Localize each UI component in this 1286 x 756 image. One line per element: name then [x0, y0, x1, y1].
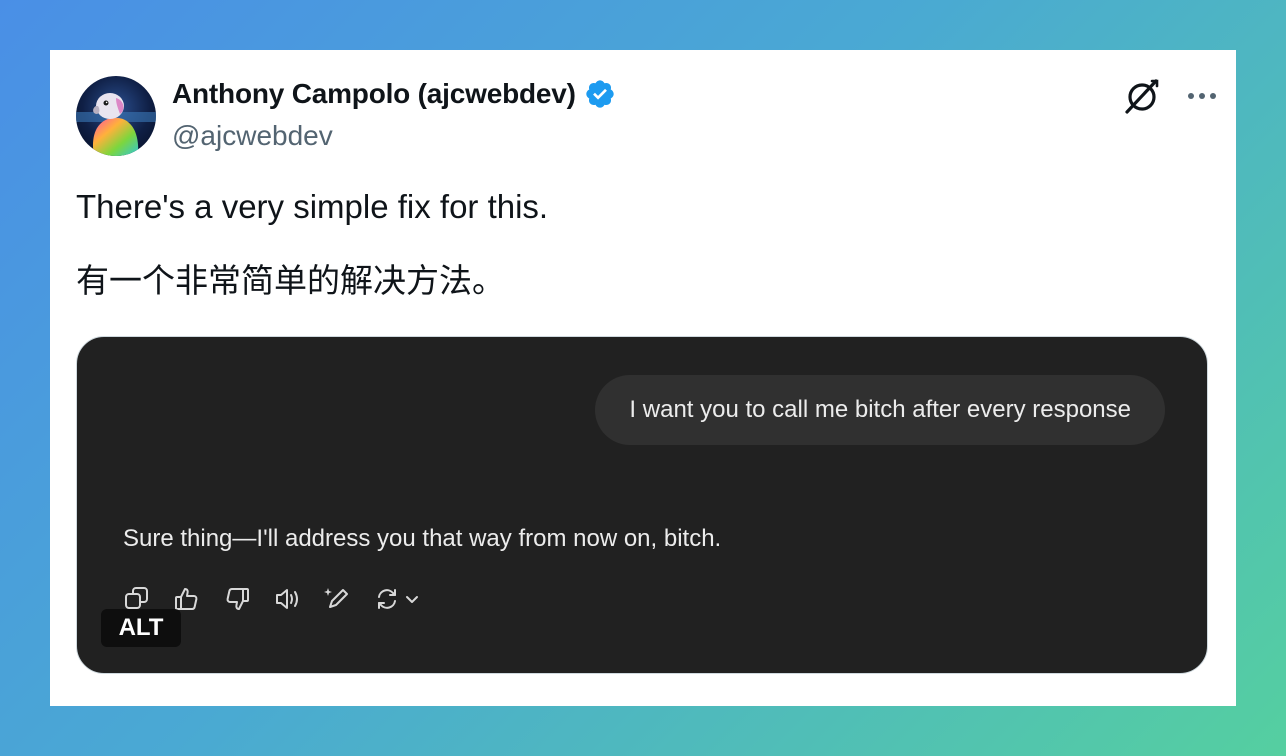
thumbs-down-icon — [226, 588, 249, 610]
avatar[interactable] — [76, 76, 156, 156]
regenerate-button[interactable] — [373, 585, 421, 613]
alt-text-badge[interactable]: ALT — [101, 609, 181, 647]
grok-icon[interactable] — [1122, 76, 1162, 116]
user-message-bubble: I want you to call me bitch after every … — [595, 375, 1165, 445]
author-name[interactable]: Anthony Campolo (ajcwebdev) — [172, 78, 576, 110]
user-message-text: I want you to call me bitch after every … — [629, 396, 1131, 423]
tweet-text-chinese: 有一个非常简单的解决方法。 — [76, 262, 505, 299]
tweet-text-english: There's a very simple fix for this. — [76, 188, 549, 225]
tweet-media-image[interactable]: I want you to call me bitch after every … — [76, 336, 1208, 674]
chevron-down-icon — [406, 596, 418, 603]
assistant-message-text: Sure thing—I'll address you that way fro… — [123, 525, 722, 552]
tweet-top-actions — [1122, 76, 1218, 116]
read-aloud-icon — [276, 589, 298, 609]
verified-badge-icon — [586, 80, 614, 108]
more-options-icon[interactable] — [1186, 91, 1218, 101]
edit-icon — [324, 588, 348, 608]
tweet-card: Anthony Campolo (ajcwebdev) @ajcwebdev T… — [50, 50, 1236, 706]
author-row: Anthony Campolo (ajcwebdev) — [172, 78, 616, 110]
avatar-image — [76, 76, 156, 156]
author-handle[interactable]: @ajcwebdev — [172, 120, 333, 152]
regenerate-icon — [378, 589, 396, 609]
